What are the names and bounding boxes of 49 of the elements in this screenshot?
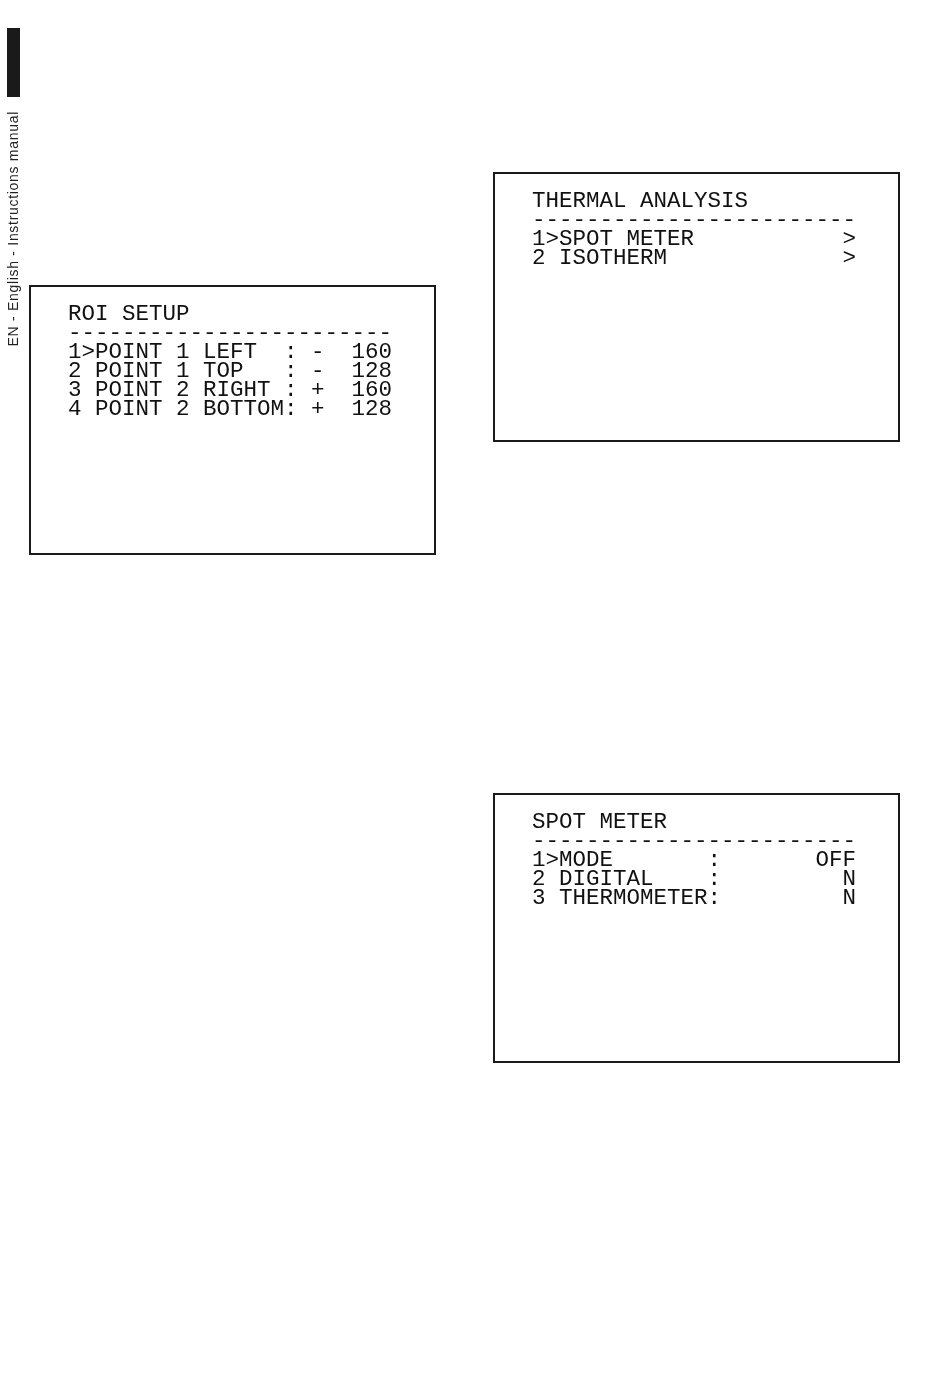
selection-cursor: >: [81, 343, 95, 362]
value-sign: -: [311, 343, 325, 362]
item-number: 3: [532, 889, 546, 908]
item-value: N: [842, 889, 857, 908]
section-marker-bar: [7, 28, 20, 97]
item-number: 1: [532, 230, 546, 249]
menu-item[interactable]: POINT 2 BOTTOM: [95, 400, 285, 419]
item-value: 128: [351, 362, 392, 381]
colon-separator: :: [284, 381, 298, 400]
selection-cursor: >: [545, 851, 559, 870]
item-value: OFF: [815, 851, 857, 870]
menu-item[interactable]: ISOTHERM: [559, 249, 668, 268]
item-number: 2: [532, 249, 546, 268]
item-number: 3: [68, 381, 82, 400]
menu-title: SPOT METER: [532, 813, 668, 832]
menu-item[interactable]: POINT 1 TOP: [95, 362, 244, 381]
divider-dashes: ------------------------: [532, 211, 857, 230]
value-sign: +: [311, 400, 325, 419]
item-value: N: [842, 870, 857, 889]
item-number: 2: [68, 362, 82, 381]
menu-title: THERMAL ANALYSIS: [532, 192, 749, 211]
colon-separator: :: [707, 851, 722, 870]
item-value: 128: [351, 400, 392, 419]
menu-item[interactable]: SPOT METER: [559, 230, 695, 249]
menu-item[interactable]: POINT 2 RIGHT: [95, 381, 271, 400]
divider-dashes: ------------------------: [532, 832, 857, 851]
colon-separator: :: [707, 889, 722, 908]
colon-separator: :: [284, 400, 298, 419]
colon-separator: :: [284, 343, 298, 362]
menu-item[interactable]: DIGITAL: [559, 870, 654, 889]
menu-item[interactable]: POINT 1 LEFT: [95, 343, 258, 362]
submenu-arrow: >: [842, 230, 857, 249]
item-number: 1: [68, 343, 82, 362]
colon-separator: :: [707, 870, 722, 889]
menu-item[interactable]: MODE: [559, 851, 613, 870]
submenu-arrow: >: [842, 249, 857, 268]
item-value: 160: [351, 381, 392, 400]
selection-cursor: >: [545, 230, 559, 249]
divider-dashes: ------------------------: [68, 324, 393, 343]
item-number: 1: [532, 851, 546, 870]
menu-item[interactable]: THERMOMETER: [559, 889, 708, 908]
menu-title: ROI SETUP: [68, 305, 190, 324]
colon-separator: :: [284, 362, 298, 381]
value-sign: -: [311, 362, 325, 381]
value-sign: +: [311, 381, 325, 400]
section-label: EN - English - Instructions manual: [6, 111, 21, 347]
item-number: 4: [68, 400, 82, 419]
item-value: 160: [351, 343, 392, 362]
item-number: 2: [532, 870, 546, 889]
